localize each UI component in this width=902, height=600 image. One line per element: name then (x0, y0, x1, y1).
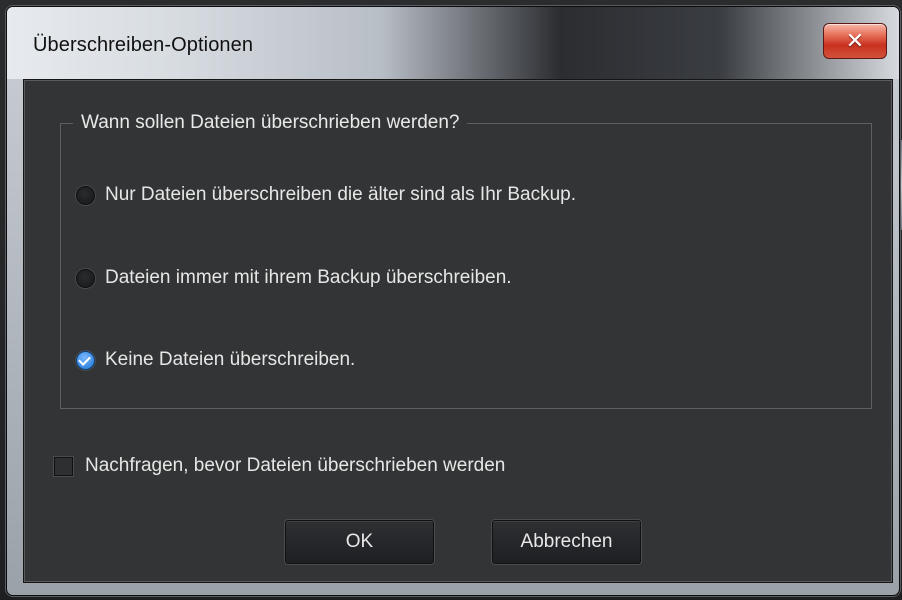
radio-button[interactable] (76, 268, 95, 288)
checkbox-label: Nachfragen, bevor Dateien überschrieben … (85, 455, 506, 476)
cancel-button[interactable]: Abbrechen (492, 520, 641, 564)
radio-label: Nur Dateien überschreiben die älter sind… (105, 184, 577, 205)
overwrite-options-dialog: Überschreiben-Optionen ✕ Wann sollen Dat… (6, 6, 900, 596)
dialog-title: Überschreiben-Optionen (33, 34, 254, 56)
overwrite-mode-group: Wann sollen Dateien überschrieben werden… (60, 111, 872, 409)
radio-option-always-overwrite[interactable]: Dateien immer mit ihrem Backup überschre… (76, 266, 512, 290)
close-button[interactable]: ✕ (823, 23, 887, 59)
radio-label: Dateien immer mit ihrem Backup überschre… (105, 267, 512, 288)
radio-label: Keine Dateien überschreiben. (105, 349, 356, 370)
close-icon: ✕ (845, 28, 865, 53)
radio-option-overwrite-older[interactable]: Nur Dateien überschreiben die älter sind… (76, 183, 576, 207)
confirm-before-overwrite-checkbox[interactable]: Nachfragen, bevor Dateien überschrieben … (54, 454, 505, 478)
group-legend: Wann sollen Dateien überschrieben werden… (73, 111, 468, 135)
checkbox[interactable] (54, 456, 73, 476)
radio-option-no-overwrite[interactable]: Keine Dateien überschreiben. (76, 348, 355, 372)
title-bar[interactable]: Überschreiben-Optionen ✕ (7, 7, 899, 79)
radio-button[interactable] (76, 185, 95, 205)
ok-button[interactable]: OK (285, 520, 434, 564)
dialog-content: Wann sollen Dateien überschrieben werden… (23, 79, 893, 583)
checked-radio-icon[interactable] (76, 350, 95, 370)
